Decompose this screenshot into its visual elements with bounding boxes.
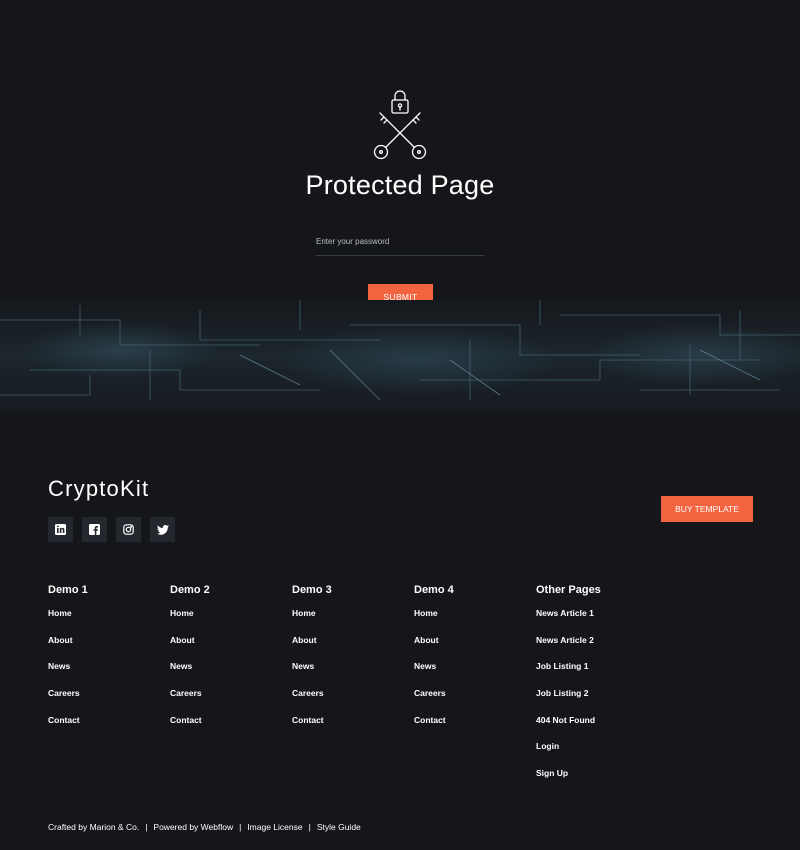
footer-link[interactable]: About [414,635,536,662]
footer-link[interactable]: Contact [170,715,292,742]
footer-link[interactable]: About [292,635,414,662]
footer-link[interactable]: News [414,661,536,688]
style-guide-link[interactable]: Style Guide [317,822,361,832]
twitter-icon[interactable] [150,517,175,542]
footer-column-demo-3: Demo 3 Home About News Careers Contact [292,584,414,795]
footer-column-demo-4: Demo 4 Home About News Careers Contact [414,584,536,795]
footer-link[interactable]: 404 Not Found [536,715,658,742]
column-heading: Demo 1 [48,584,88,596]
column-heading: Demo 2 [170,584,210,596]
page-title: Protected Page [305,170,495,200]
password-input[interactable] [316,234,484,256]
footer-link[interactable]: News [170,661,292,688]
social-links [48,517,175,542]
powered-by-link[interactable]: Powered by Webflow [153,822,233,832]
separator: | [145,822,148,832]
protected-section: Protected Page SUBMIT [0,0,800,410]
footer-column-demo-1: Demo 1 Home About News Careers Contact [48,584,170,795]
footer-link[interactable]: News Article 1 [536,608,658,635]
linkedin-icon[interactable] [48,517,73,542]
footer-link[interactable]: Home [292,608,414,635]
footer-link[interactable]: Contact [292,715,414,742]
facebook-icon[interactable] [82,517,107,542]
footer-link[interactable]: Home [414,608,536,635]
footer-link[interactable]: Contact [414,715,536,742]
crafted-by-link[interactable]: Crafted by Marion & Co. [48,822,139,832]
instagram-icon[interactable] [116,517,141,542]
footer-link[interactable]: Contact [48,715,170,742]
footer-link[interactable]: Home [48,608,170,635]
footer-column-demo-2: Demo 2 Home About News Careers Contact [170,584,292,795]
column-heading: Other Pages [536,584,601,596]
image-license-link[interactable]: Image License [247,822,302,832]
footer-columns: Demo 1 Home About News Careers Contact D… [48,584,658,795]
footer-link[interactable]: Careers [170,688,292,715]
footer-link[interactable]: Careers [292,688,414,715]
footer-link[interactable]: Careers [414,688,536,715]
separator: | [239,822,242,832]
footer-link[interactable]: About [48,635,170,662]
circuit-banner-image [0,300,800,410]
buy-template-button[interactable]: BUY TEMPLATE [661,496,753,522]
footer-link[interactable]: Careers [48,688,170,715]
footer-link[interactable]: Job Listing 2 [536,688,658,715]
footer-column-other-pages: Other Pages News Article 1 News Article … [536,584,658,795]
footer-link[interactable]: News Article 2 [536,635,658,662]
footer-link[interactable]: Job Listing 1 [536,661,658,688]
footer-link[interactable]: News [292,661,414,688]
footer-link[interactable]: About [170,635,292,662]
footer-link[interactable]: Sign Up [536,768,658,795]
brand-logo[interactable]: CryptoKit [48,476,149,502]
footer-link[interactable]: Login [536,741,658,768]
column-heading: Demo 3 [292,584,332,596]
column-heading: Demo 4 [414,584,454,596]
footer-link[interactable]: Home [170,608,292,635]
separator: | [308,822,311,832]
footer-link[interactable]: News [48,661,170,688]
footer-credits: Crafted by Marion & Co. | Powered by Web… [48,822,361,832]
crossed-keys-lock-icon [370,90,430,160]
